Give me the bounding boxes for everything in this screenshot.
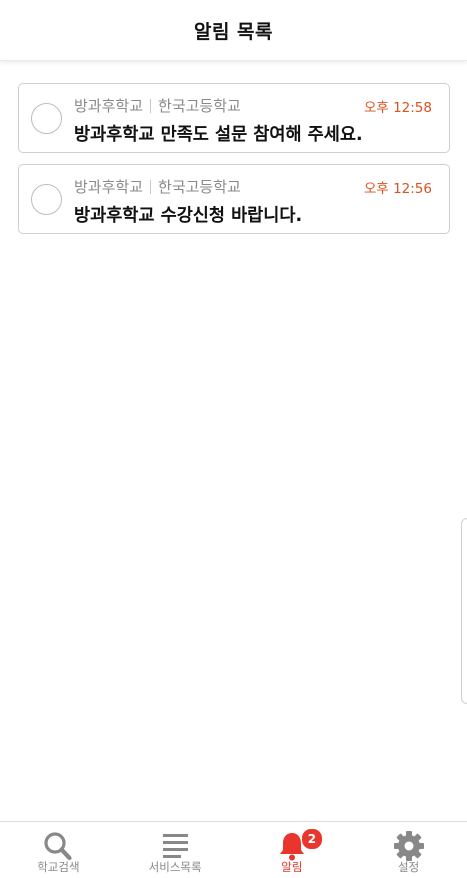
page-title: 알림 목록 (193, 20, 274, 43)
notification-school: 한국고등학교 (158, 178, 241, 196)
gear-icon (393, 831, 424, 861)
notification-item[interactable]: 방과후학교 한국고등학교 오후 12:58 방과후학교 만족도 설문 참여해 주… (18, 83, 450, 153)
notification-time: 오후 12:58 (363, 100, 432, 116)
notification-message: 방과후학교 수강신청 바랍니다. (74, 206, 303, 226)
tab-school-search[interactable]: 학교검색 (0, 822, 117, 878)
side-drawer-handle[interactable] (461, 518, 467, 704)
search-icon (44, 832, 72, 861)
notification-message: 방과후학교 만족도 설문 참여해 주세요. (74, 125, 363, 145)
notification-time: 오후 12:56 (363, 181, 432, 197)
notification-school: 한국고등학교 (158, 97, 241, 115)
select-checkbox[interactable] (31, 103, 62, 134)
tab-service-list[interactable]: 서비스목록 (117, 822, 234, 878)
notification-item[interactable]: 방과후학교 한국고등학교 오후 12:56 방과후학교 수강신청 바랍니다. (18, 164, 450, 234)
bottom-tab-bar: 학교검색 서비스목록 2 알림 설정 (0, 821, 467, 878)
meta-divider (150, 98, 152, 113)
notification-screen: 알림 목록 방과후학교 한국고등학교 오후 12:58 방과후학교 만족도 설문… (0, 0, 467, 878)
notification-category: 방과후학교 (74, 178, 144, 196)
tab-notifications[interactable]: 2 알림 (234, 822, 351, 878)
tab-settings[interactable]: 설정 (350, 822, 467, 878)
meta-divider (150, 179, 152, 194)
notification-list: 방과후학교 한국고등학교 오후 12:58 방과후학교 만족도 설문 참여해 주… (18, 83, 450, 245)
notification-meta: 방과후학교 한국고등학교 (74, 95, 241, 116)
app-header: 알림 목록 (0, 0, 467, 61)
notification-category: 방과후학교 (74, 97, 144, 115)
list-icon (163, 834, 189, 858)
notification-count-badge: 2 (300, 828, 323, 850)
select-checkbox[interactable] (31, 184, 62, 215)
notification-meta: 방과후학교 한국고등학교 (74, 176, 241, 197)
